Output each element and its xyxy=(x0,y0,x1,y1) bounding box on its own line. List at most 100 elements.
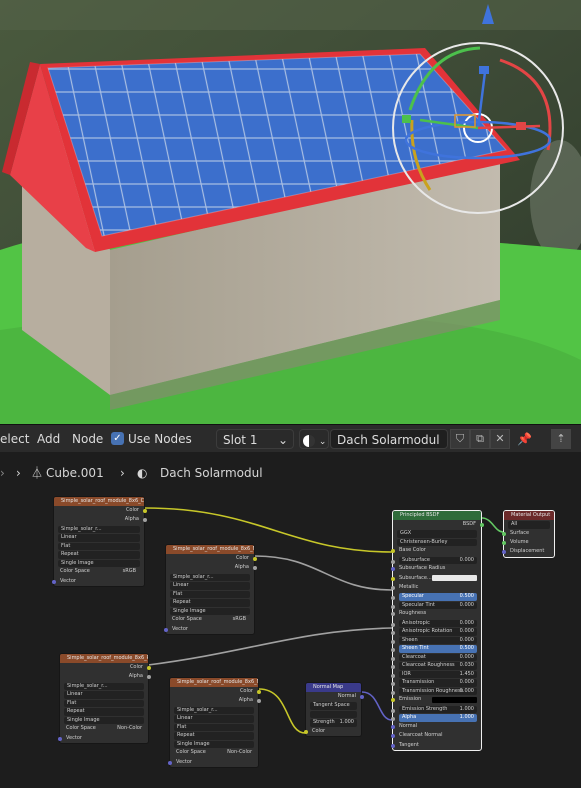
socket[interactable] xyxy=(146,666,151,670)
bsdf-input-row[interactable]: Transmission 0.000 xyxy=(391,679,477,687)
socket[interactable] xyxy=(256,690,261,694)
parent-tree-icon[interactable]: ⇡ xyxy=(551,429,571,449)
extension-dropdown[interactable]: Repeat xyxy=(64,708,144,716)
image-texture-node-roughness[interactable]: Simple_solar_roof_module_8x6_Ro Color Al… xyxy=(57,653,151,745)
normal-map-node[interactable]: Normal Map Normal Tangent Space Strength… xyxy=(303,682,364,738)
bsdf-input-row[interactable]: Emission xyxy=(390,695,481,704)
target-dropdown[interactable]: All xyxy=(508,521,550,529)
socket[interactable] xyxy=(142,518,147,523)
projection-dropdown[interactable]: Flat xyxy=(170,590,250,599)
distribution-dropdown[interactable]: GGX xyxy=(397,530,477,538)
menu-add[interactable]: Add xyxy=(37,425,60,453)
image-texture-node-normal[interactable]: Simple_solar_roof_module_8x6_No Color Al… xyxy=(167,677,261,769)
image-selector[interactable]: Simple_solar_r... xyxy=(170,573,250,582)
socket[interactable] xyxy=(390,586,395,591)
projection-dropdown[interactable]: Flat xyxy=(174,723,254,732)
source-dropdown[interactable]: Single Image xyxy=(174,740,254,749)
bsdf-input-row[interactable]: Subsurface Radius xyxy=(390,564,481,573)
socket[interactable] xyxy=(390,724,395,729)
socket[interactable] xyxy=(391,559,395,564)
interpolation-dropdown[interactable]: Linear xyxy=(58,534,140,542)
socket[interactable] xyxy=(391,682,395,687)
socket[interactable] xyxy=(390,567,395,572)
image-texture-node-metallic[interactable]: Simple_solar_roof_module_8x6_Met Color A… xyxy=(163,544,257,636)
use-nodes-checkbox[interactable]: ✓ xyxy=(111,432,124,445)
socket[interactable] xyxy=(391,622,395,627)
image-selector[interactable]: Simple_solar_r... xyxy=(58,525,140,534)
interpolation-dropdown[interactable]: Linear xyxy=(170,582,250,590)
menu-select[interactable]: elect xyxy=(0,425,29,453)
bsdf-input-row[interactable]: Roughness xyxy=(390,609,481,618)
extension-dropdown[interactable]: Repeat xyxy=(170,599,250,607)
socket[interactable] xyxy=(57,736,62,741)
bsdf-input-row[interactable]: Clearcoat Normal xyxy=(390,731,481,740)
breadcrumb-object[interactable]: Cube.001 xyxy=(46,462,104,484)
node-editor[interactable]: › › ⏃ Cube.001 › ◐ Dach Solarmodul Simpl… xyxy=(0,452,581,788)
fake-user-icon[interactable]: ⛉ xyxy=(450,429,470,449)
socket[interactable] xyxy=(391,648,395,653)
source-dropdown[interactable]: Single Image xyxy=(58,559,140,568)
socket[interactable] xyxy=(390,743,395,748)
bsdf-input-row[interactable]: Clearcoat 0.000 xyxy=(391,653,477,662)
socket[interactable] xyxy=(391,690,395,695)
bsdf-input-row[interactable]: Alpha 1.000 xyxy=(391,714,477,722)
bsdf-input-row[interactable]: Specular 0.500 xyxy=(391,593,477,601)
projection-dropdown[interactable]: Flat xyxy=(64,699,144,708)
bsdf-input-row[interactable]: Metallic xyxy=(390,583,481,592)
interpolation-dropdown[interactable]: Linear xyxy=(174,715,254,723)
socket[interactable] xyxy=(167,760,172,765)
color-swatch[interactable] xyxy=(432,696,477,703)
bsdf-input-row[interactable]: Base Color xyxy=(390,546,481,555)
image-selector[interactable]: Simple_solar_r... xyxy=(64,682,144,691)
source-dropdown[interactable]: Single Image xyxy=(64,716,144,725)
extension-dropdown[interactable]: Repeat xyxy=(174,732,254,740)
socket[interactable] xyxy=(51,579,56,584)
material-name-field[interactable]: Dach Solarmodul xyxy=(330,429,448,449)
socket[interactable] xyxy=(391,631,395,636)
socket[interactable] xyxy=(391,665,395,670)
socket[interactable] xyxy=(391,639,395,644)
socket[interactable] xyxy=(501,540,506,545)
material-output-node[interactable]: Material Output All Surface Volume Displ… xyxy=(501,510,555,558)
projection-dropdown[interactable]: Flat xyxy=(58,542,140,551)
socket[interactable] xyxy=(256,699,261,704)
bsdf-input-row[interactable]: Sheen 0.000 xyxy=(391,636,477,645)
color-space-row[interactable]: Color Space Non-Color xyxy=(170,748,258,757)
socket[interactable] xyxy=(479,523,484,527)
socket[interactable] xyxy=(390,549,395,554)
3d-viewport[interactable] xyxy=(0,0,581,424)
color-space-row[interactable]: Color Space sRGB xyxy=(54,567,144,576)
socket[interactable] xyxy=(391,604,395,609)
bsdf-input-row[interactable]: Normal xyxy=(390,722,481,731)
bsdf-input-row[interactable]: Subsurface... xyxy=(390,574,481,583)
color-swatch[interactable] xyxy=(432,575,477,582)
menu-node[interactable]: Node xyxy=(72,425,103,453)
duplicate-icon[interactable]: ⧉ xyxy=(470,429,490,449)
socket[interactable] xyxy=(501,550,506,555)
image-selector[interactable]: Simple_solar_r... xyxy=(174,706,254,715)
bsdf-input-row[interactable]: Subsurface 0.000 xyxy=(391,556,477,565)
socket[interactable] xyxy=(359,695,364,699)
socket[interactable] xyxy=(303,729,308,734)
socket[interactable] xyxy=(390,612,395,617)
bsdf-input-row[interactable]: Clearcoat Roughness 0.030 xyxy=(391,662,477,670)
socket[interactable] xyxy=(501,531,506,536)
socket[interactable] xyxy=(390,576,395,581)
strength-field[interactable]: Strength 1.000 xyxy=(310,719,357,727)
extension-dropdown[interactable]: Repeat xyxy=(58,551,140,559)
socket[interactable] xyxy=(391,708,395,713)
bsdf-input-row[interactable]: Emission Strength 1.000 xyxy=(391,705,477,714)
pin-icon[interactable]: 📌 xyxy=(517,425,532,453)
subsurface-method-dropdown[interactable]: Christensen-Burley xyxy=(397,538,477,547)
socket[interactable] xyxy=(391,673,395,678)
bsdf-input-row[interactable]: Anisotropic Rotation 0.000 xyxy=(391,628,477,636)
socket[interactable] xyxy=(142,509,147,513)
bsdf-input-row[interactable]: Transmission Roughness 0.000 xyxy=(391,687,477,696)
source-dropdown[interactable]: Single Image xyxy=(170,607,250,616)
slot-dropdown[interactable]: Slot 1 ⌄ xyxy=(216,429,294,449)
socket[interactable] xyxy=(390,698,395,703)
socket[interactable] xyxy=(391,596,395,601)
image-texture-node-color[interactable]: Simple_solar_roof_module_8x6_Col Color A… xyxy=(51,496,147,588)
space-dropdown[interactable]: Tangent Space xyxy=(310,702,357,710)
color-space-row[interactable]: Color Space sRGB xyxy=(166,615,254,624)
